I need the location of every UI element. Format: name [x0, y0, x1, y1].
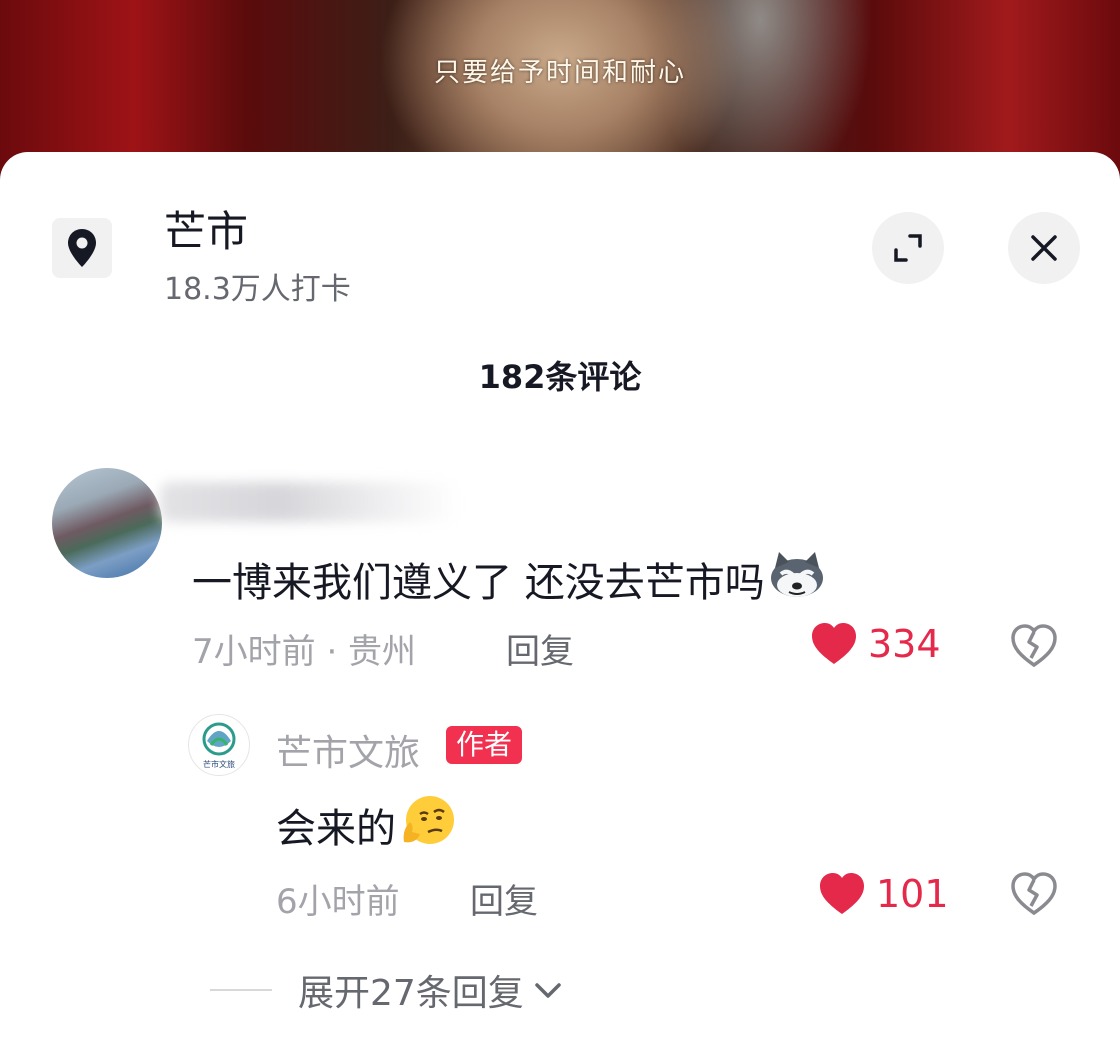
reply-like-button[interactable]: 101 [818, 872, 949, 916]
expand-button[interactable] [872, 212, 944, 284]
like-button[interactable]: 334 [810, 622, 941, 666]
reply-like-count: 101 [876, 872, 949, 916]
location-title[interactable]: 芒市 [164, 198, 248, 259]
blurred-username [160, 482, 460, 522]
husky-dog-emoji [767, 548, 827, 610]
broken-heart-icon [1011, 624, 1057, 668]
reply-meta: 6小时前 [276, 882, 400, 922]
expand-icon [894, 234, 922, 262]
dislike-button[interactable] [1010, 624, 1058, 672]
reply-dislike-button[interactable] [1010, 872, 1058, 920]
location-badge [52, 218, 112, 278]
close-icon [1031, 235, 1057, 261]
author-avatar[interactable]: 芒市文旅 [188, 714, 250, 776]
expand-replies-button[interactable]: 展开27条回复 [210, 964, 564, 1016]
comment-meta: 7小时前 · 贵州 [192, 632, 417, 672]
heart-icon [820, 873, 864, 914]
comment-text: 一博来我们遵义了 还没去芒市吗 [192, 560, 765, 606]
location-checkins: 18.3万人打卡 [164, 272, 351, 307]
expand-replies-label: 展开27条回复 [298, 973, 524, 1014]
close-button[interactable] [1008, 212, 1080, 284]
author-name[interactable]: 芒市文旅 [276, 724, 420, 776]
heart-icon [812, 623, 856, 664]
location-pin-icon [68, 229, 96, 267]
broken-heart-icon [1011, 872, 1057, 916]
comment-count: 182条评论 [478, 358, 642, 396]
like-count: 334 [868, 622, 941, 666]
reply-button[interactable]: 回复 [506, 624, 574, 673]
reply-body: 会来的 [276, 792, 456, 858]
divider-line [210, 989, 272, 991]
thinking-smirk-emoji [398, 792, 456, 858]
reply-text: 会来的 [276, 806, 396, 852]
avatar[interactable] [52, 468, 162, 578]
video-subtitle: 只要给予时间和耐心 [433, 58, 686, 88]
comment-body: 一博来我们遵义了 还没去芒市吗 [192, 548, 827, 610]
avatar-text: 芒市文旅 [203, 759, 235, 769]
reply-reply-button[interactable]: 回复 [470, 874, 538, 923]
comment-sheet: 芒市 18.3万人打卡 182条评论 一博来我们遵义了 还没去芒市吗 7小时前 … [0, 152, 1120, 1058]
author-badge: 作者 [446, 726, 523, 764]
chevron-down-icon [535, 983, 561, 998]
